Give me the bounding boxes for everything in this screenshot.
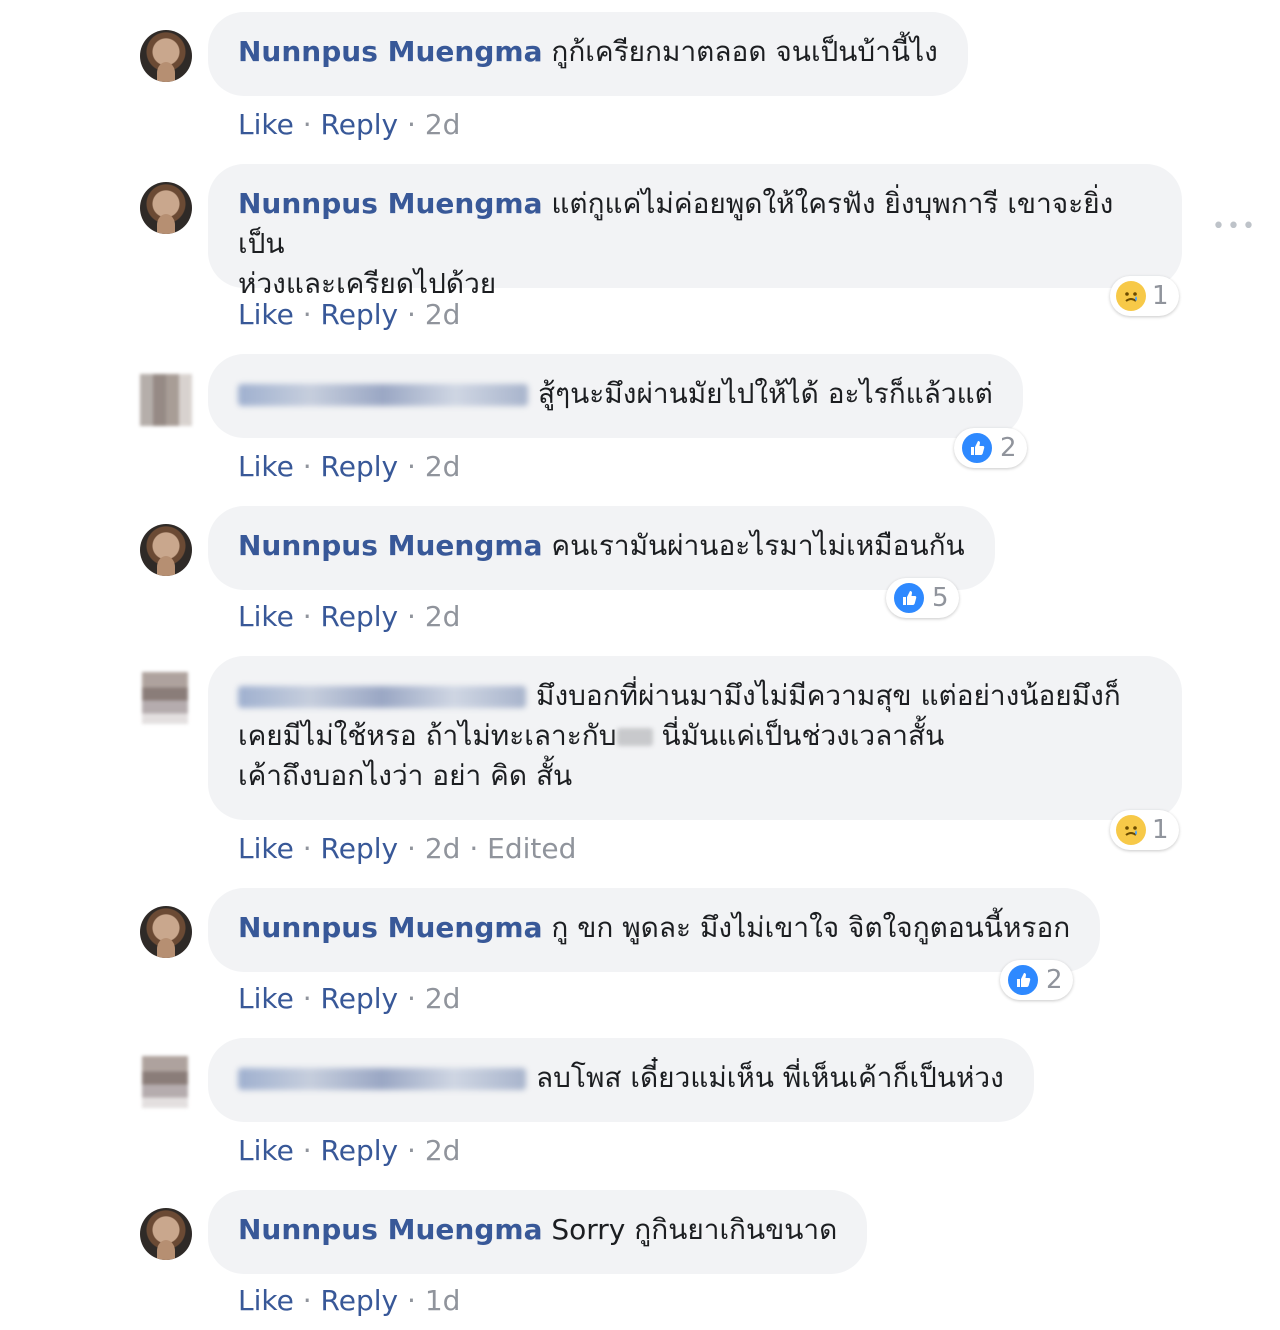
like-icon bbox=[892, 581, 926, 615]
comment-text: คนเรามันผ่านอะไรมาไม่เหมือนกัน bbox=[551, 529, 965, 562]
blurred-author-name[interactable] bbox=[238, 384, 528, 406]
comment-bubble: Nunnpus Muengma คนเรามันผ่านอะไรมาไม่เหม… bbox=[208, 506, 995, 590]
comment-actions: Like · Reply · 2d bbox=[238, 982, 461, 1015]
reaction-count: 2 bbox=[1046, 965, 1063, 995]
comment-bubble: Nunnpus Muengma กูก้เครียกมาตลอด จนเป็นบ… bbox=[208, 12, 968, 96]
like-button[interactable]: Like bbox=[238, 298, 294, 331]
reply-button[interactable]: Reply bbox=[321, 982, 399, 1015]
sad-icon bbox=[1116, 815, 1146, 845]
comment-text: กูก้เครียกมาตลอด จนเป็นบ้านี้ไง bbox=[551, 35, 938, 68]
reaction-count: 5 bbox=[932, 583, 949, 613]
comment-actions: Like · Reply · 2d bbox=[238, 298, 461, 331]
comment-timestamp[interactable]: 2d bbox=[425, 982, 461, 1015]
comment-bubble: Nunnpus Muengma กู ขก พูดละ มึงไม่เขาใจ … bbox=[208, 888, 1101, 972]
avatar[interactable] bbox=[140, 524, 192, 576]
comment-timestamp[interactable]: 1d bbox=[425, 1284, 461, 1317]
comment-author[interactable]: Nunnpus Muengma bbox=[238, 35, 542, 68]
comment-author[interactable]: Nunnpus Muengma bbox=[238, 1213, 542, 1246]
sad-icon bbox=[1116, 281, 1146, 311]
avatar[interactable] bbox=[142, 1056, 188, 1108]
avatar[interactable] bbox=[142, 672, 188, 724]
reaction-count: 1 bbox=[1152, 815, 1169, 845]
like-button[interactable]: Like bbox=[238, 832, 294, 865]
like-icon bbox=[960, 431, 994, 465]
reaction-summary[interactable]: 2 bbox=[1000, 960, 1073, 1000]
comment-actions: Like · Reply · 2d bbox=[238, 1134, 461, 1167]
comment-actions: Like · Reply · 1d bbox=[238, 1284, 461, 1317]
comment-text: นี่มันแค่เป็นช่วงเวลาสั้น bbox=[661, 719, 945, 752]
comment-text: เคยมีไม่ใช้หรอ ถ้าไม่ทะเลาะกับ bbox=[238, 719, 617, 752]
like-button[interactable]: Like bbox=[238, 1134, 294, 1167]
avatar[interactable] bbox=[140, 1208, 192, 1260]
comment-text: กู ขก พูดละ มึงไม่เขาใจ จิตใจกูตอนนี้หรอ… bbox=[551, 911, 1071, 944]
reply-button[interactable]: Reply bbox=[321, 450, 399, 483]
comment-bubble: สู้ๆนะมึงผ่านมัยไปให้ได้ อะไรก็แล้วแต่ bbox=[208, 354, 1023, 438]
reaction-count: 2 bbox=[1000, 433, 1017, 463]
comment-actions: Like · Reply · 2d bbox=[238, 108, 461, 141]
comment-text: ห่วงและเครียดไปด้วย bbox=[238, 267, 497, 300]
reply-button[interactable]: Reply bbox=[321, 298, 399, 331]
comment-actions: Like · Reply · 2d · Edited bbox=[238, 832, 577, 865]
comment-actions: Like · Reply · 2d bbox=[238, 600, 461, 633]
comment-author[interactable]: Nunnpus Muengma bbox=[238, 187, 542, 220]
comment-timestamp[interactable]: 2d bbox=[425, 108, 461, 141]
blurred-name bbox=[616, 728, 653, 746]
edited-label[interactable]: Edited bbox=[487, 832, 576, 865]
comment-bubble: ลบโพส เดี๋ยวแม่เห็น พี่เห็นเค้าก็เป็นห่ว… bbox=[208, 1038, 1034, 1122]
reaction-summary[interactable]: 5 bbox=[886, 578, 959, 618]
like-button[interactable]: Like bbox=[238, 1284, 294, 1317]
comment-bubble: Nunnpus Muengma Sorry กูกินยาเกินขนาด bbox=[208, 1190, 868, 1274]
comment-timestamp[interactable]: 2d bbox=[425, 450, 461, 483]
reaction-count: 1 bbox=[1152, 281, 1169, 311]
comment-timestamp[interactable]: 2d bbox=[425, 298, 461, 331]
reaction-summary[interactable]: 1 bbox=[1110, 276, 1179, 316]
comment-author[interactable]: Nunnpus Muengma bbox=[238, 911, 542, 944]
reply-button[interactable]: Reply bbox=[321, 832, 399, 865]
comment-text: สู้ๆนะมึงผ่านมัยไปให้ได้ อะไรก็แล้วแต่ bbox=[538, 377, 993, 410]
comment-timestamp[interactable]: 2d bbox=[425, 832, 461, 865]
comment-text: ลบโพส เดี๋ยวแม่เห็น พี่เห็นเค้าก็เป็นห่ว… bbox=[536, 1061, 1004, 1094]
like-icon bbox=[1006, 963, 1040, 997]
comment-timestamp[interactable]: 2d bbox=[425, 600, 461, 633]
reaction-summary[interactable]: 2 bbox=[954, 428, 1027, 468]
reply-button[interactable]: Reply bbox=[321, 600, 399, 633]
comment-author[interactable]: Nunnpus Muengma bbox=[238, 529, 542, 562]
like-button[interactable]: Like bbox=[238, 450, 294, 483]
comment-bubble: มึงบอกที่ผ่านมามึงไม่มีความสุข แต่อย่างน… bbox=[208, 656, 1182, 820]
comment-actions: Like · Reply · 2d bbox=[238, 450, 461, 483]
reply-button[interactable]: Reply bbox=[321, 108, 399, 141]
blurred-author-name[interactable] bbox=[238, 1068, 526, 1090]
comment-timestamp[interactable]: 2d bbox=[425, 1134, 461, 1167]
reply-button[interactable]: Reply bbox=[321, 1134, 399, 1167]
like-button[interactable]: Like bbox=[238, 108, 294, 141]
comment-text: มึงบอกที่ผ่านมามึงไม่มีความสุข แต่อย่างน… bbox=[536, 679, 1121, 712]
avatar[interactable] bbox=[140, 182, 192, 234]
more-options-icon[interactable]: ••• bbox=[1212, 214, 1257, 239]
blurred-author-name[interactable] bbox=[238, 686, 526, 708]
comment-text: เค้าถึงบอกไงว่า อย่า คิด สั้น bbox=[238, 759, 573, 792]
avatar[interactable] bbox=[140, 30, 192, 82]
avatar[interactable] bbox=[140, 374, 192, 426]
reply-button[interactable]: Reply bbox=[321, 1284, 399, 1317]
reaction-summary[interactable]: 1 bbox=[1110, 810, 1179, 850]
like-button[interactable]: Like bbox=[238, 600, 294, 633]
avatar[interactable] bbox=[140, 906, 192, 958]
comment-text: Sorry กูกินยาเกินขนาด bbox=[551, 1213, 838, 1246]
like-button[interactable]: Like bbox=[238, 982, 294, 1015]
comment-bubble: Nunnpus Muengma แต่กูแค่ไม่ค่อยพูดให้ใคร… bbox=[208, 164, 1182, 300]
